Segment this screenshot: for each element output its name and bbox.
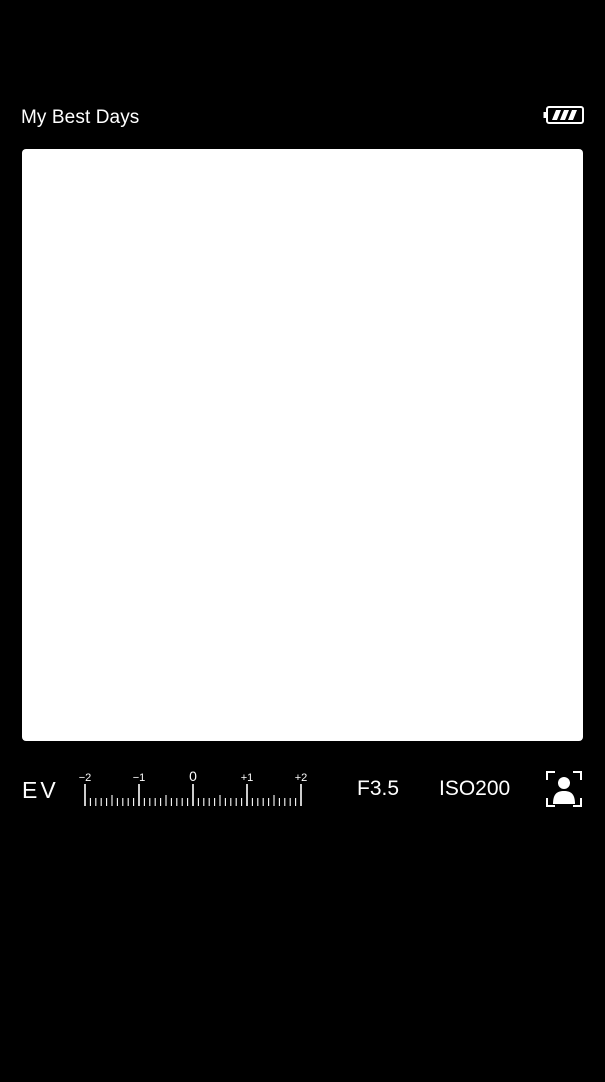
aperture-value[interactable]: F3.5 <box>357 776 399 802</box>
ev-tick-label: −2 <box>79 772 92 784</box>
battery-icon <box>543 106 585 124</box>
iso-value[interactable]: ISO200 <box>439 776 510 802</box>
ev-tick-label: 0 <box>189 768 197 784</box>
ev-scale[interactable]: −2 −1 0 +1 +2 <box>76 766 312 810</box>
viewfinder-frame[interactable] <box>22 149 583 741</box>
ev-label: EV <box>22 777 59 803</box>
ev-scale-ticks <box>84 784 302 806</box>
album-title: My Best Days <box>21 107 140 128</box>
ev-tick-label: −1 <box>133 772 146 784</box>
ev-tick-label: +2 <box>295 772 308 784</box>
ev-scale-labels: −2 −1 0 +1 +2 <box>79 768 308 784</box>
face-detection-icon[interactable] <box>545 770 583 808</box>
ev-tick-label: +1 <box>241 772 254 784</box>
